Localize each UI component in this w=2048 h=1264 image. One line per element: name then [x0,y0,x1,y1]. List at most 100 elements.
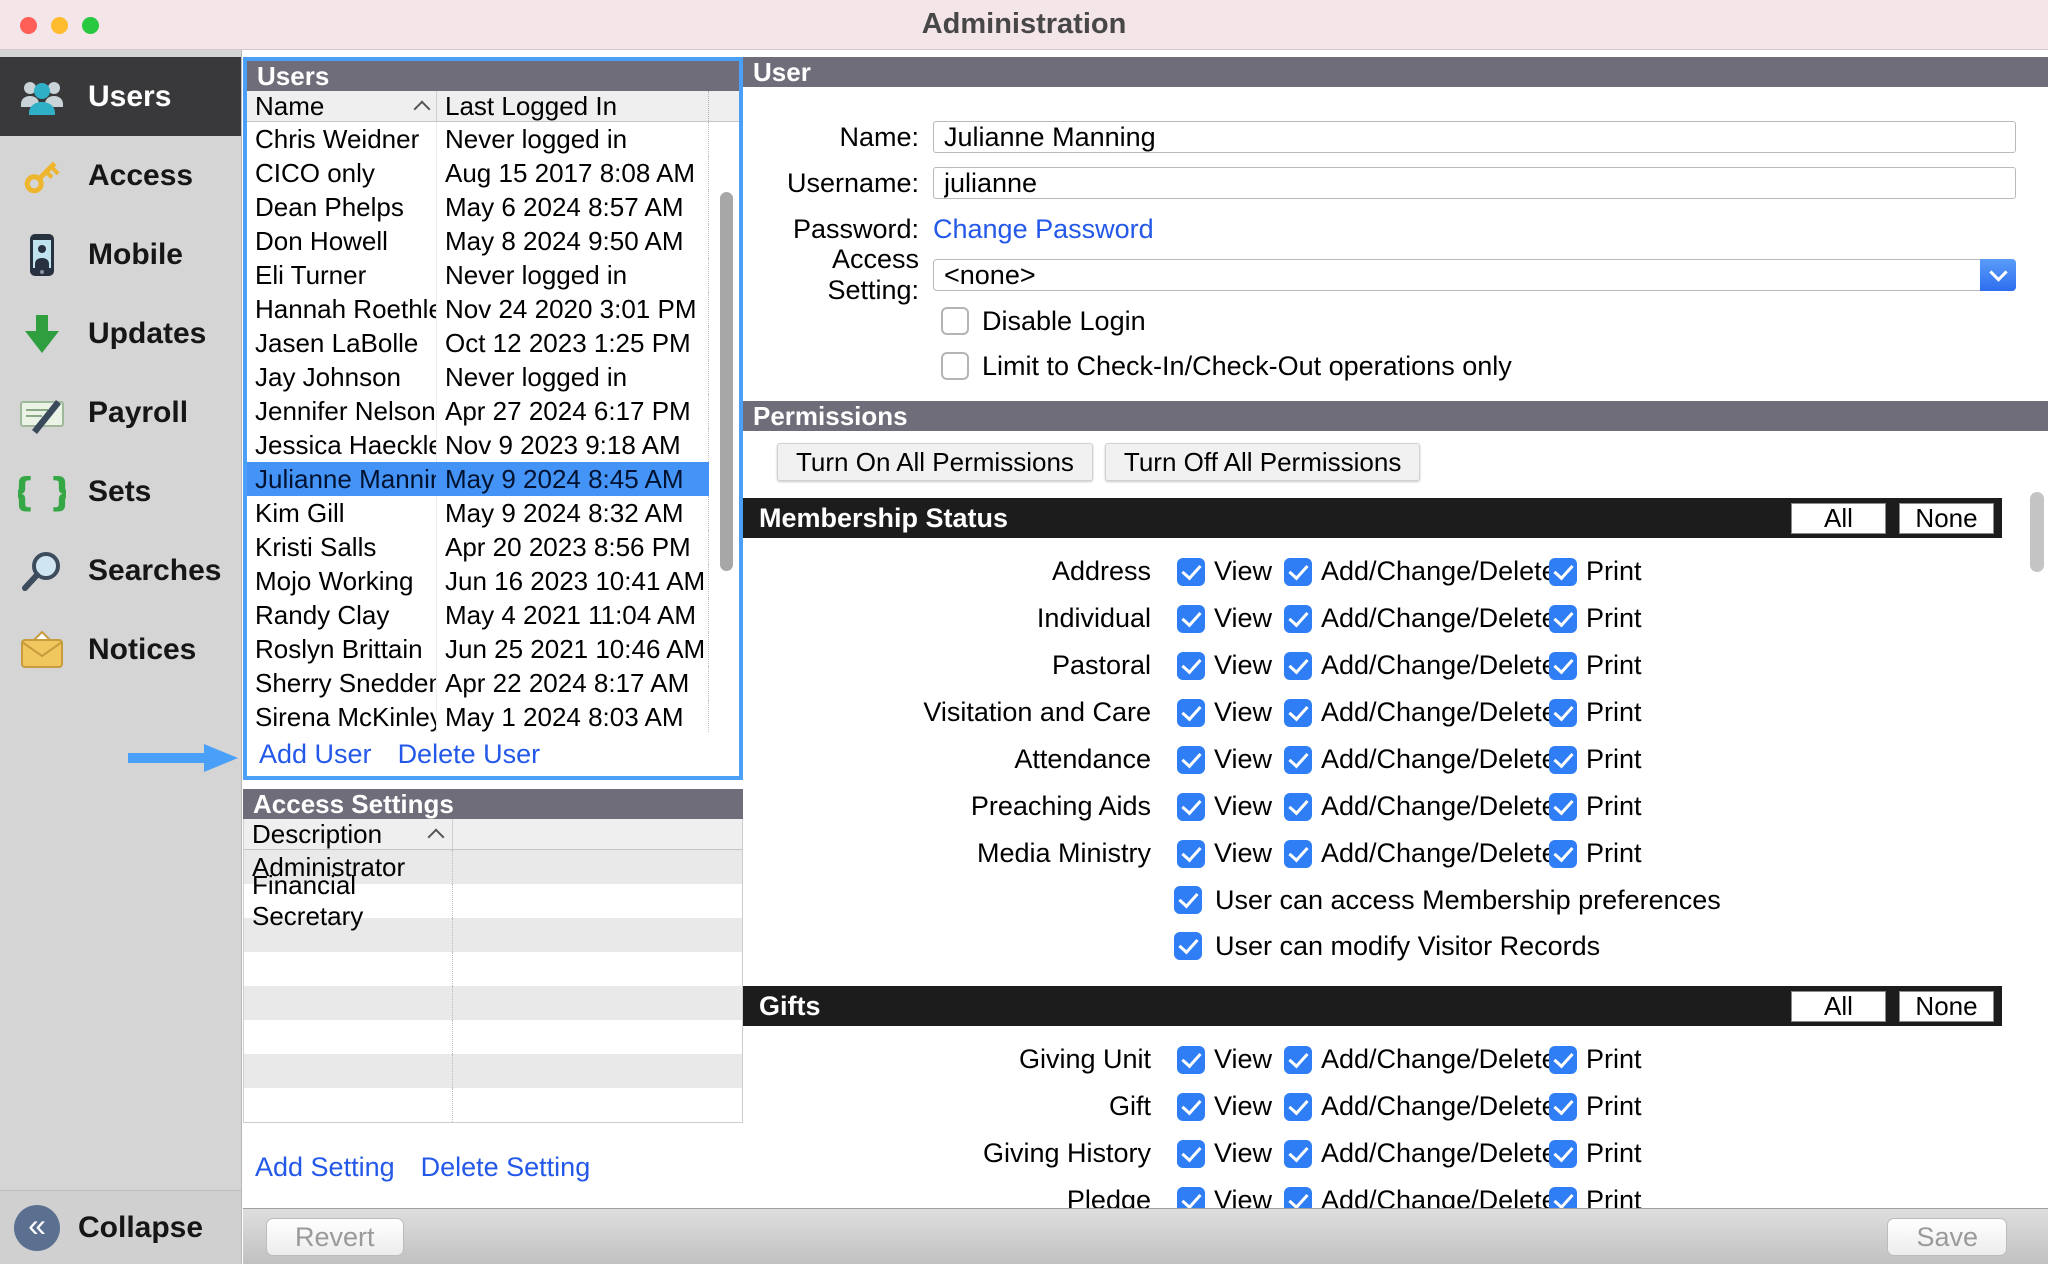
view-checkbox[interactable] [1177,793,1205,821]
limit-cico-label: Limit to Check-In/Check-Out operations o… [982,351,1512,382]
sidebar-item-updates[interactable]: Updates [0,294,241,373]
extra-permission-checkbox[interactable] [1174,932,1202,960]
add-change-delete-checkbox[interactable] [1284,746,1312,774]
all-button[interactable]: All [1791,991,1886,1022]
user-name-cell: Jasen LaBolle [247,326,437,360]
last-logged-in-column-header[interactable]: Last Logged In [437,91,709,121]
add-change-delete-checkbox[interactable] [1284,1187,1312,1209]
print-checkbox[interactable] [1549,605,1577,633]
add-change-delete-checkbox[interactable] [1284,1093,1312,1121]
collapse-button[interactable]: « Collapse [0,1190,241,1264]
view-checkbox[interactable] [1177,699,1205,727]
view-checkbox[interactable] [1177,1046,1205,1074]
table-row[interactable]: Randy ClayMay 4 2021 11:04 AM [247,598,739,632]
username-input[interactable] [933,167,2016,199]
print-checkbox[interactable] [1549,1140,1577,1168]
sidebar-item-notices[interactable]: Notices [0,610,241,689]
table-row[interactable]: Kim GillMay 9 2024 8:32 AM [247,496,739,530]
name-input[interactable] [933,121,2016,153]
add-setting-link[interactable]: Add Setting [255,1152,395,1183]
close-button[interactable] [20,17,37,34]
sidebar-item-access[interactable]: Access [0,136,241,215]
table-row[interactable]: Sirena McKinleyMay 1 2024 8:03 AM [247,700,739,732]
table-row[interactable]: Kristi SallsApr 20 2023 8:56 PM [247,530,739,564]
view-checkbox[interactable] [1177,1140,1205,1168]
collapse-label: Collapse [78,1211,203,1245]
view-checkbox[interactable] [1177,840,1205,868]
checkbox-label: Add/Change/Delete [1321,1091,1557,1122]
table-row[interactable]: Chris WeidnerNever logged in [247,122,739,156]
description-column-header[interactable]: Description [244,819,453,849]
table-row[interactable]: CICO onlyAug 15 2017 8:08 AM [247,156,739,190]
window-scrollbar-thumb[interactable] [2030,492,2044,572]
none-button[interactable]: None [1899,503,1994,534]
sidebar-item-sets[interactable]: { } Sets [0,452,241,531]
sidebar-item-searches[interactable]: Searches [0,531,241,610]
print-checkbox[interactable] [1549,652,1577,680]
all-button[interactable]: All [1791,503,1886,534]
disable-login-checkbox[interactable] [941,307,969,335]
add-change-delete-checkbox[interactable] [1284,699,1312,727]
view-checkbox[interactable] [1177,558,1205,586]
table-row[interactable]: Jay JohnsonNever logged in [247,360,739,394]
minimize-button[interactable] [51,17,68,34]
table-row[interactable]: Don HowellMay 8 2024 9:50 AM [247,224,739,258]
limit-cico-checkbox[interactable] [941,352,969,380]
chevron-down-icon [1980,259,2016,291]
table-row[interactable]: Sherry SneddenApr 22 2024 8:17 AM [247,666,739,700]
revert-button[interactable]: Revert [266,1218,404,1256]
print-checkbox[interactable] [1549,840,1577,868]
sidebar-item-label: Payroll [88,396,188,430]
print-checkbox[interactable] [1549,699,1577,727]
save-button[interactable]: Save [1887,1218,2007,1256]
access-setting-dropdown[interactable]: <none> [933,259,2016,291]
none-button[interactable]: None [1899,991,1994,1022]
table-row[interactable]: Dean PhelpsMay 6 2024 8:57 AM [247,190,739,224]
add-user-link[interactable]: Add User [259,739,372,770]
table-row[interactable]: Hannah RoethleNov 24 2020 3:01 PM [247,292,739,326]
table-row[interactable]: Jennifer NelsonApr 27 2024 6:17 PM [247,394,739,428]
print-checkbox[interactable] [1549,1187,1577,1209]
checkbox-group: View [1177,1091,1284,1122]
print-checkbox[interactable] [1549,1093,1577,1121]
table-row[interactable]: Julianne ManningMay 9 2024 8:45 AM [247,462,739,496]
mobile-icon [18,231,66,279]
add-change-delete-checkbox[interactable] [1284,840,1312,868]
print-checkbox[interactable] [1549,793,1577,821]
checkbox-label: Add/Change/Delete [1321,556,1557,587]
view-checkbox[interactable] [1177,1187,1205,1209]
table-row[interactable]: Jessica HaecklerNov 9 2023 9:18 AM [247,428,739,462]
view-checkbox[interactable] [1177,605,1205,633]
table-row[interactable]: Jasen LaBolleOct 12 2023 1:25 PM [247,326,739,360]
add-change-delete-checkbox[interactable] [1284,652,1312,680]
user-name-cell: Hannah Roethle [247,292,437,326]
turn-on-all-permissions-button[interactable]: Turn On All Permissions [777,443,1093,481]
table-row[interactable]: Eli TurnerNever logged in [247,258,739,292]
delete-user-link[interactable]: Delete User [398,739,541,770]
add-change-delete-checkbox[interactable] [1284,793,1312,821]
change-password-link[interactable]: Change Password [933,214,1154,245]
delete-setting-link[interactable]: Delete Setting [421,1152,591,1183]
sidebar-item-payroll[interactable]: Payroll [0,373,241,452]
table-row[interactable]: Mojo WorkingJun 16 2023 10:41 AM [247,564,739,598]
view-checkbox[interactable] [1177,652,1205,680]
sidebar-item-users[interactable]: Users [0,57,241,136]
view-checkbox[interactable] [1177,1093,1205,1121]
add-change-delete-checkbox[interactable] [1284,1046,1312,1074]
print-checkbox[interactable] [1549,1046,1577,1074]
print-checkbox[interactable] [1549,746,1577,774]
extra-permission-checkbox[interactable] [1174,886,1202,914]
add-change-delete-checkbox[interactable] [1284,558,1312,586]
name-column-header[interactable]: Name [247,91,437,121]
add-change-delete-checkbox[interactable] [1284,1140,1312,1168]
zoom-button[interactable] [82,17,99,34]
sidebar-item-mobile[interactable]: Mobile [0,215,241,294]
turn-off-all-permissions-button[interactable]: Turn Off All Permissions [1105,443,1420,481]
list-item[interactable]: Financial Secretary [244,884,742,918]
print-checkbox[interactable] [1549,558,1577,586]
users-scrollbar-thumb[interactable] [720,192,733,571]
view-checkbox[interactable] [1177,746,1205,774]
table-row[interactable]: Roslyn BrittainJun 25 2021 10:46 AM [247,632,739,666]
empty-row [244,986,742,1020]
add-change-delete-checkbox[interactable] [1284,605,1312,633]
